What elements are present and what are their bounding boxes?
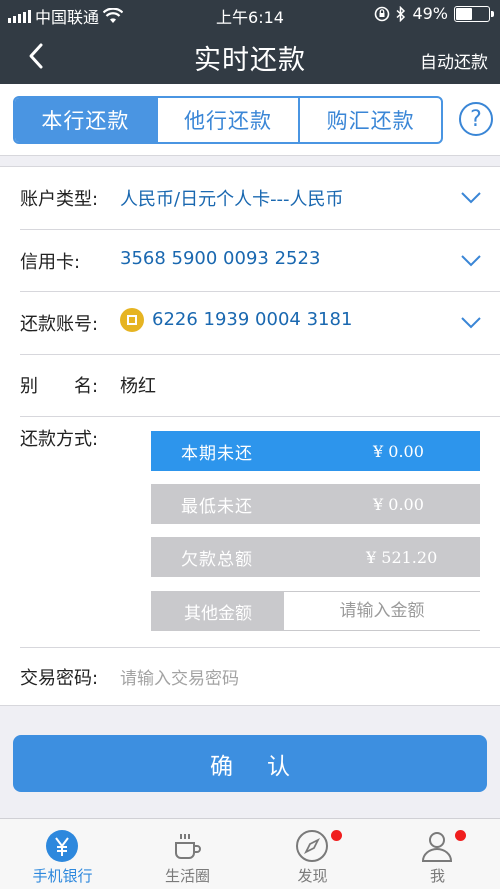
battery-percent: 49% — [412, 4, 448, 23]
chevron-down-icon[interactable] — [460, 191, 482, 205]
alias-value: 杨红 — [120, 376, 156, 397]
option-amount: ¥ 0.00 — [373, 441, 424, 461]
person-icon — [421, 832, 453, 862]
tab-discover[interactable]: 发现 — [250, 819, 375, 889]
option-name: 本期未还 — [181, 443, 253, 464]
option-total-debt[interactable]: 欠款总额 ¥ 521.20 — [151, 537, 480, 577]
compass-icon — [296, 830, 328, 862]
confirm-button[interactable]: 确认 — [13, 735, 487, 792]
tab-label: 手机银行 — [32, 867, 93, 885]
bluetooth-icon — [396, 5, 406, 22]
option-amount: ¥ 0.00 — [373, 494, 424, 514]
option-name: 欠款总额 — [181, 549, 253, 570]
repay-tabs-area: 本行还款 他行还款 购汇还款 ? — [0, 84, 500, 156]
option-name[interactable]: 其他金额 — [152, 592, 284, 630]
tab-fx-repay[interactable]: 购汇还款 — [300, 98, 441, 142]
repay-account-label: 还款账号: — [20, 314, 99, 335]
tab-label: 生活圈 — [164, 867, 210, 885]
option-other-amount[interactable]: 其他金额 — [151, 591, 480, 631]
notification-badge — [331, 830, 342, 841]
yen-circle-icon — [46, 830, 78, 862]
repay-type-segmented-control: 本行还款 他行还款 购汇还款 — [13, 96, 443, 144]
credit-card-row[interactable]: 信用卡: 3568 5900 0093 2523 — [0, 248, 500, 278]
status-bar: 中国联通 上午6:14 49% — [0, 0, 500, 28]
divider — [20, 647, 500, 648]
password-row: 交易密码: — [0, 664, 500, 694]
bottom-tab-bar: 手机银行 生活圈 发现 我 — [0, 818, 500, 889]
divider — [20, 416, 500, 417]
alias-label: 别 名: — [20, 376, 99, 397]
repay-account-value: 6226 1939 0004 3181 — [120, 308, 352, 332]
other-amount-input[interactable] — [284, 592, 480, 630]
help-icon[interactable]: ? — [459, 102, 493, 136]
divider — [20, 291, 500, 292]
password-input[interactable] — [120, 664, 470, 694]
credit-card-number: 3568 5900 0093 2523 — [120, 248, 321, 269]
tab-life-circle[interactable]: 生活圈 — [125, 819, 250, 889]
navigation-bar: 实时还款 自动还款 — [0, 28, 500, 84]
divider — [20, 229, 500, 230]
option-current-unpaid[interactable]: 本期未还 ¥ 0.00 — [151, 431, 480, 471]
tab-label: 发现 — [297, 867, 328, 885]
repay-account-number: 6226 1939 0004 3181 — [152, 309, 353, 330]
alias-row: 别 名: 杨红 — [0, 372, 500, 402]
repay-form: 账户类型: 人民币/日元个人卡---人民币 信用卡: 3568 5900 009… — [0, 166, 500, 706]
tab-mobile-bank[interactable]: 手机银行 — [0, 819, 125, 889]
tab-other-bank[interactable]: 他行还款 — [158, 98, 301, 142]
status-right: 49% — [374, 4, 494, 23]
option-minimum-unpaid[interactable]: 最低未还 ¥ 0.00 — [151, 484, 480, 524]
option-amount: ¥ 521.20 — [366, 547, 438, 567]
rotation-lock-icon — [375, 6, 390, 21]
tab-this-bank[interactable]: 本行还款 — [15, 98, 158, 142]
account-type-value: 人民币/日元个人卡---人民币 — [120, 189, 344, 210]
repay-method-label: 还款方式: — [20, 429, 99, 450]
battery-icon — [454, 5, 494, 22]
option-name: 最低未还 — [181, 496, 253, 517]
auto-repay-button[interactable]: 自动还款 — [420, 48, 488, 73]
divider — [20, 354, 500, 355]
repay-account-row[interactable]: 还款账号: 6226 1939 0004 3181 — [0, 308, 500, 340]
password-label: 交易密码: — [20, 668, 99, 689]
account-type-label: 账户类型: — [20, 189, 99, 210]
chevron-down-icon[interactable] — [460, 316, 482, 330]
credit-card-label: 信用卡: — [20, 252, 81, 273]
coffee-cup-icon — [175, 834, 201, 859]
notification-badge — [455, 830, 466, 841]
tab-label: 我 — [429, 867, 445, 885]
account-type-row[interactable]: 账户类型: 人民币/日元个人卡---人民币 — [0, 185, 500, 215]
chevron-down-icon[interactable] — [460, 254, 482, 268]
tab-me[interactable]: 我 — [375, 819, 500, 889]
coin-icon — [120, 308, 144, 332]
